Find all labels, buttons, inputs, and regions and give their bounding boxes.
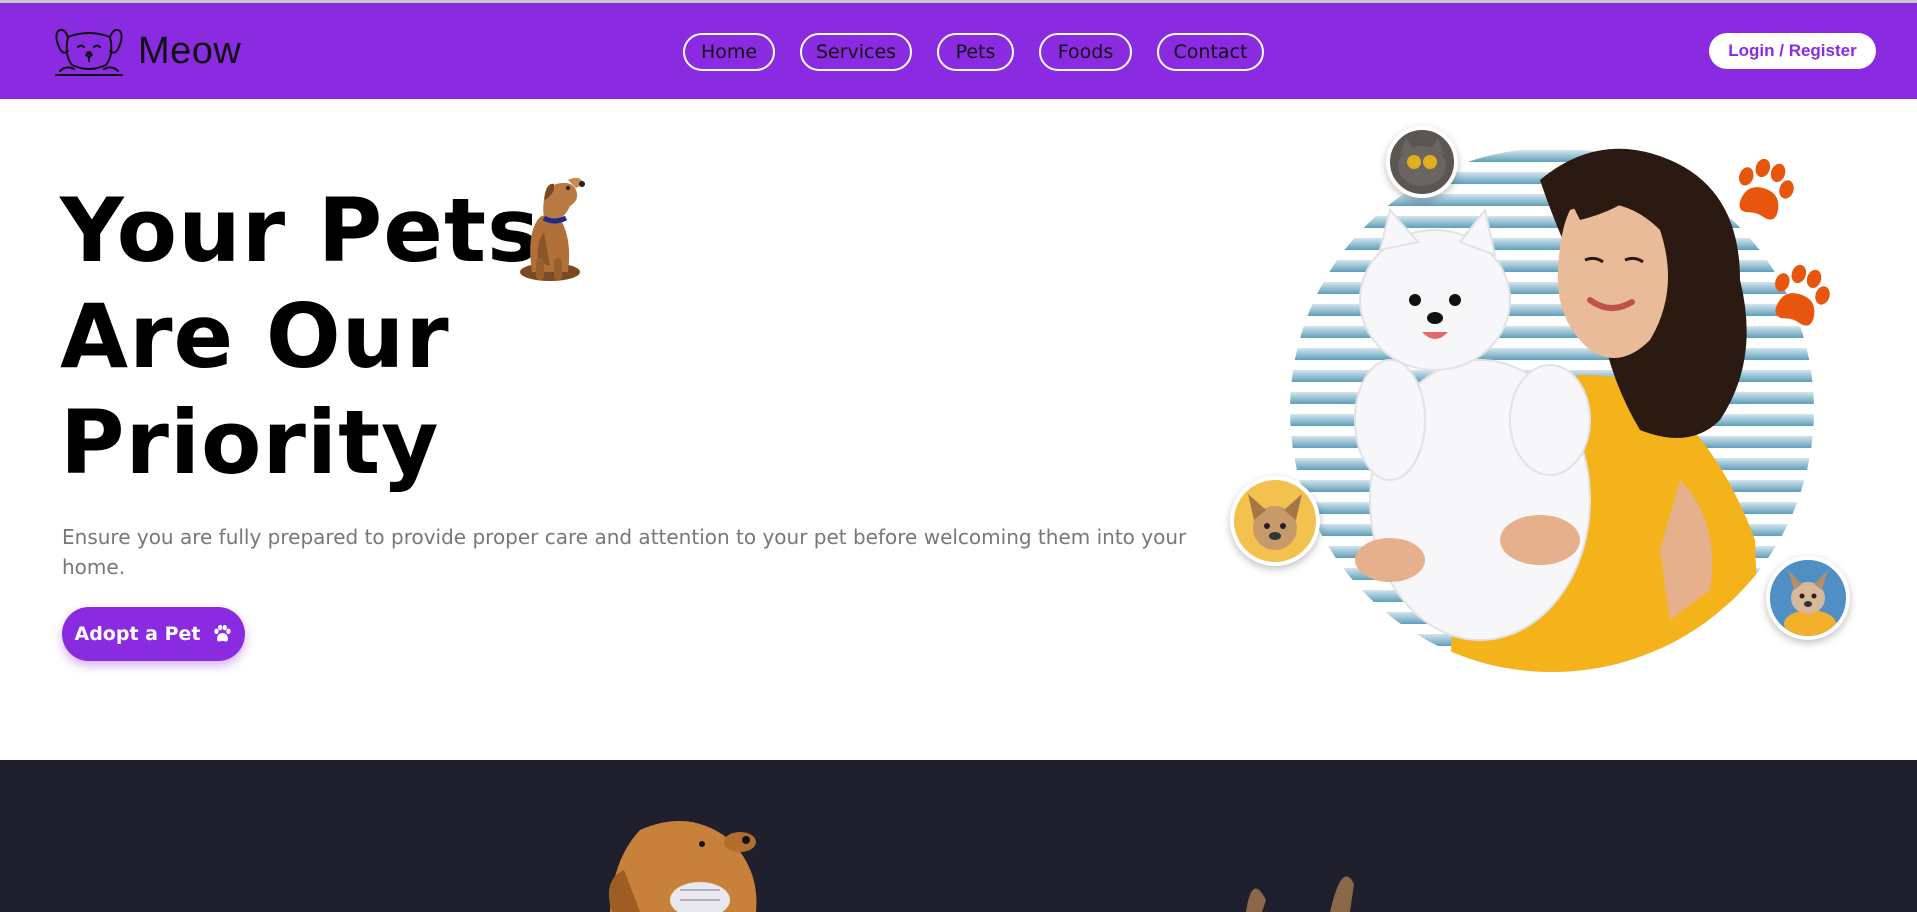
hero-title-line: Priority <box>60 391 440 494</box>
navbar: Meow Home Services Pets Foods Contact Lo… <box>0 3 1917 99</box>
stripe <box>1290 326 1814 338</box>
hero-illustration <box>1230 120 1850 680</box>
adopt-a-pet-button[interactable]: Adopt a Pet <box>62 607 245 661</box>
second-pet-image <box>1246 876 1354 912</box>
hero-title-line: Your Pets <box>60 179 541 282</box>
brand-name: Meow <box>138 29 242 72</box>
paw-print-icon <box>1739 158 1794 220</box>
hero-title: Your Pets Are Our Priority <box>60 178 540 496</box>
stripe <box>1280 678 1840 680</box>
brand[interactable]: Meow <box>54 25 241 77</box>
dog-face-icon <box>55 28 123 76</box>
nav-item-foods[interactable]: Foods <box>1039 33 1132 71</box>
adopt-button-label: Adopt a Pet <box>74 623 201 645</box>
stripe <box>1290 348 1814 360</box>
hero-description: Ensure you are fully prepared to provide… <box>62 525 1187 579</box>
sitting-puppy-image <box>520 177 585 281</box>
nav-item-home[interactable]: Home <box>683 33 775 71</box>
nav-item-contact[interactable]: Contact <box>1157 33 1264 71</box>
featured-pets-section <box>0 760 1917 912</box>
paw-print-icon <box>1775 264 1830 326</box>
bulldog-thumbnail-image <box>1230 476 1320 566</box>
frenchie-thumbnail-image <box>1766 556 1850 640</box>
hero-title-line: Are Our <box>60 285 450 388</box>
login-register-button[interactable]: Login / Register <box>1709 33 1876 69</box>
retriever-image <box>608 821 757 912</box>
nav-item-pets[interactable]: Pets <box>937 33 1014 71</box>
cat-thumbnail-image <box>1386 126 1458 198</box>
section-pet-images <box>608 821 1354 912</box>
nav-item-services[interactable]: Services <box>800 33 912 71</box>
paw-icon <box>213 624 231 642</box>
